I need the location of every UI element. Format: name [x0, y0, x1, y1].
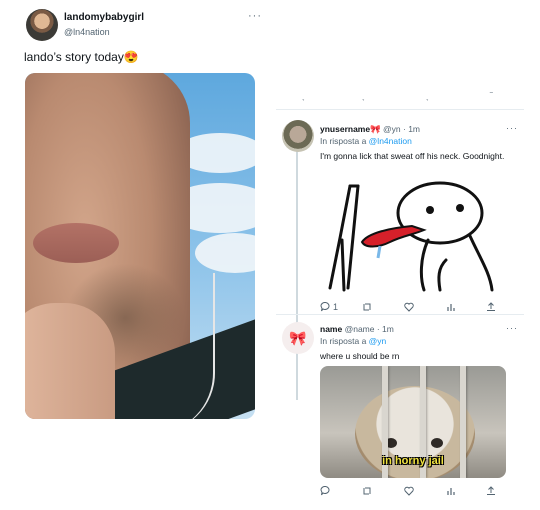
- analytics-button[interactable]: [446, 302, 456, 312]
- reply-icon: [320, 302, 330, 312]
- reply-count: 1: [333, 302, 339, 312]
- more-options-icon[interactable]: ···: [506, 323, 518, 333]
- share-button[interactable]: [486, 486, 496, 496]
- tweet-photo[interactable]: [25, 73, 255, 419]
- retweet-button[interactable]: [362, 486, 372, 496]
- like-button[interactable]: [404, 302, 414, 312]
- analytics-button[interactable]: [446, 486, 456, 496]
- like-icon[interactable]: ˯: [426, 92, 429, 101]
- analytics-icon: [447, 488, 455, 495]
- original-tweet: landomybabygirl @ln4nation ··· lando’s s…: [0, 0, 270, 510]
- reply-tweet: ynusername🎀 @yn · 1m ··· In risposta a @…: [276, 118, 524, 318]
- display-name[interactable]: ynusername🎀: [320, 124, 381, 134]
- user-handle[interactable]: @name · 1m: [345, 324, 394, 334]
- in-reply-label: In risposta a: [320, 336, 369, 346]
- like-button[interactable]: [404, 486, 414, 496]
- user-handle[interactable]: @ln4nation: [64, 27, 110, 37]
- reply-image[interactable]: [320, 178, 502, 292]
- tweet-text: lando’s story today😍: [24, 50, 139, 64]
- avatar[interactable]: [282, 120, 314, 152]
- more-options-icon[interactable]: ···: [506, 123, 518, 133]
- mention-link[interactable]: @ln4nation: [369, 136, 412, 146]
- reply-tweet: 🎀 name @name · 1m ··· In risposta a @yn …: [276, 320, 524, 505]
- retweet-icon[interactable]: ˯: [362, 92, 365, 101]
- tweet-actions: [320, 486, 500, 498]
- avatar[interactable]: 🎀: [282, 322, 314, 354]
- share-button[interactable]: [486, 302, 496, 312]
- licking-cartoon-image: [328, 181, 494, 292]
- reply-button[interactable]: [320, 486, 330, 496]
- reply-image[interactable]: in horny jail: [320, 366, 506, 478]
- avatar[interactable]: [26, 9, 58, 41]
- bow-icon: 🎀: [289, 329, 307, 346]
- divider: [276, 314, 524, 315]
- retweet-icon: [363, 303, 371, 311]
- analytics-icon: [447, 304, 455, 311]
- display-name[interactable]: name: [320, 324, 342, 334]
- image-caption: in horny jail: [382, 455, 444, 467]
- reply-thread: ˯ ˯ ˯ ‾ ynusername🎀 @yn · 1m ··· In risp…: [276, 90, 524, 510]
- more-options-icon[interactable]: ···: [248, 10, 262, 22]
- reply-text: where u should be rn: [320, 351, 400, 361]
- reply-button[interactable]: 1: [320, 302, 338, 312]
- share-icon: [487, 486, 495, 495]
- heart-icon: [404, 486, 414, 496]
- share-icon[interactable]: ‾: [490, 92, 493, 101]
- previous-tweet-actions: ˯ ˯ ˯ ‾: [276, 90, 524, 110]
- reply-text: I'm gonna lick that sweat off his neck. …: [320, 151, 505, 161]
- reply-icon: [320, 486, 330, 496]
- tweet-actions: 1: [320, 302, 500, 314]
- mention-link[interactable]: @yn: [369, 336, 387, 346]
- in-reply-label: In risposta a: [320, 136, 369, 146]
- retweet-button[interactable]: [362, 302, 372, 312]
- reply-icon[interactable]: ˯: [302, 92, 305, 101]
- user-handle[interactable]: @yn · 1m: [383, 124, 420, 134]
- display-name[interactable]: landomybabygirl: [64, 12, 144, 23]
- retweet-icon: [363, 487, 371, 495]
- heart-icon: [404, 302, 414, 312]
- share-icon: [487, 302, 495, 311]
